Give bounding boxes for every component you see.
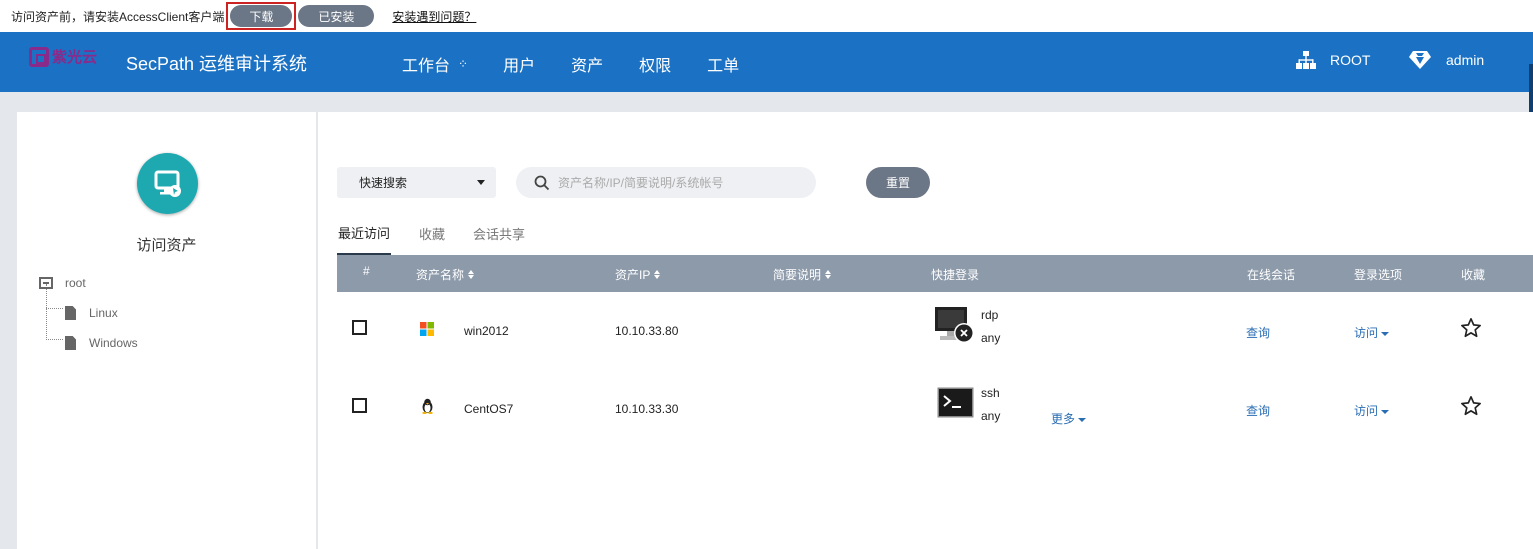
download-button-highlight: 下载 (226, 2, 297, 30)
col-name-label: 资产名称 (416, 268, 465, 282)
col-ip-label: 资产IP (615, 268, 651, 282)
protocol-label: ssh (981, 386, 1000, 400)
account-label: any (981, 331, 1001, 345)
caret-down-icon (1381, 409, 1390, 414)
star-icon[interactable] (1460, 317, 1482, 342)
col-index: # (363, 264, 370, 278)
access-label: 访问 (1354, 404, 1379, 418)
login-options-access-dropdown[interactable]: 访问 (1354, 324, 1390, 341)
col-name[interactable]: 资产名称 (416, 266, 475, 283)
col-login-options: 登录选项 (1354, 268, 1403, 282)
asset-tabs: 最近访问 收藏 会话共享 (337, 212, 553, 255)
ssh-terminal-icon[interactable] (937, 387, 974, 421)
tab-session-share[interactable]: 会话共享 (473, 212, 525, 255)
org-tree-icon (1296, 51, 1316, 69)
chevron-down-icon (477, 180, 485, 185)
col-desc[interactable]: 简要说明 (773, 266, 832, 283)
search-icon (534, 175, 550, 190)
app-title: SecPath 运维审计系统 (126, 54, 308, 74)
rdp-remote-desktop-icon[interactable] (934, 306, 978, 347)
reset-button[interactable]: 重置 (866, 167, 930, 198)
org-name: ROOT (1330, 52, 1371, 68)
asset-name: CentOS7 (464, 402, 514, 416)
row-checkbox[interactable] (352, 398, 367, 413)
online-session-query-link[interactable]: 查询 (1246, 324, 1270, 341)
asset-tree: root Linux Windows (39, 268, 138, 358)
account-label: any (981, 409, 1001, 423)
installed-button[interactable]: 已安装 (298, 5, 375, 27)
col-favorite: 收藏 (1461, 268, 1486, 282)
folder-collapse-icon[interactable] (39, 277, 53, 289)
asset-table: # 资产名称 资产IP 简要说明 快捷登录 在线会话 登录选项 收藏 win20… (337, 255, 1533, 448)
more-quick-login-dropdown[interactable]: 更多 (1051, 410, 1087, 427)
workbench-dots-icon: ⁘ (458, 57, 468, 71)
quick-login-info: rdp any (981, 304, 1000, 350)
asset-ip: 10.10.33.80 (615, 324, 679, 338)
install-notice-bar: 访问资产前，请安装AccessClient客户端 下载 已安装 安装遇到问题？ (0, 0, 1533, 32)
tree-node-linux[interactable]: Linux (39, 298, 138, 328)
file-icon (65, 336, 76, 350)
asset-ip: 10.10.33.30 (615, 402, 679, 416)
col-ip[interactable]: 资产IP (615, 266, 661, 283)
logo[interactable]: 紫光云 (29, 46, 97, 67)
more-label: 更多 (1051, 412, 1076, 426)
sort-icon (825, 270, 832, 279)
search-box (516, 167, 816, 198)
tab-favorites[interactable]: 收藏 (419, 212, 445, 255)
table-header: # 资产名称 资产IP 简要说明 快捷登录 在线会话 登录选项 收藏 (337, 255, 1533, 292)
nav-assets[interactable]: 资产 (571, 52, 603, 76)
tab-recent[interactable]: 最近访问 (337, 212, 392, 255)
nav-users[interactable]: 用户 (503, 52, 535, 76)
protocol-label: rdp (981, 308, 999, 322)
asset-name: win2012 (464, 324, 509, 338)
search-input[interactable] (558, 175, 808, 190)
asset-sidebar: 访问资产 root Linux Windows (17, 112, 316, 549)
diamond-icon (1409, 51, 1431, 69)
tree-node-windows[interactable]: Windows (39, 328, 138, 358)
access-asset-icon (137, 153, 198, 214)
tree-node-root[interactable]: root (39, 268, 138, 298)
table-row: win2012 10.10.33.80 rdp any 查询 访问 (337, 292, 1533, 370)
nav-workbench[interactable]: 工作台 ⁘ (402, 52, 468, 76)
online-session-query-link[interactable]: 查询 (1246, 402, 1270, 419)
sort-icon (468, 270, 475, 279)
star-icon[interactable] (1460, 395, 1482, 420)
file-icon (65, 306, 76, 320)
sidebar-title: 访问资产 (136, 237, 197, 254)
quick-login-info: ssh any (981, 382, 1000, 428)
caret-down-icon (1078, 417, 1087, 422)
tree-node-label: Linux (89, 306, 118, 320)
sort-icon (654, 270, 661, 279)
download-button[interactable]: 下载 (230, 5, 293, 27)
col-desc-label: 简要说明 (773, 268, 822, 282)
install-notice-text: 访问资产前，请安装AccessClient客户端 (11, 9, 225, 24)
nav-tickets[interactable]: 工单 (707, 52, 739, 76)
tree-node-label: Windows (89, 336, 138, 350)
app-header: 紫光云 SecPath 运维审计系统 工作台 ⁘ 用户 资产 权限 工单 ROO… (0, 32, 1533, 124)
logo-icon (29, 46, 49, 67)
nav-workbench-label: 工作台 (402, 58, 451, 75)
logo-text: 紫光云 (52, 49, 98, 66)
nav-permissions[interactable]: 权限 (639, 52, 671, 76)
search-type-value: 快速搜索 (359, 176, 408, 190)
user-menu[interactable]: admin (1408, 50, 1484, 70)
tree-node-label: root (65, 276, 86, 290)
org-switcher[interactable]: ROOT (1296, 50, 1370, 70)
col-online-session: 在线会话 (1247, 268, 1296, 282)
caret-down-icon (1381, 331, 1390, 336)
access-label: 访问 (1354, 326, 1379, 340)
login-options-access-dropdown[interactable]: 访问 (1354, 402, 1390, 419)
search-type-select[interactable]: 快速搜索 (337, 167, 496, 198)
table-row: CentOS7 10.10.33.30 ssh any 更多 查询 访问 (337, 370, 1533, 448)
main-nav: 工作台 ⁘ 用户 资产 权限 工单 (402, 52, 775, 76)
windows-icon (420, 322, 434, 339)
linux-penguin-icon (421, 398, 434, 417)
username: admin (1446, 52, 1485, 68)
main-panel: 快速搜索 重置 最近访问 收藏 会话共享 # 资产名称 资产IP 简要说明 (318, 112, 1533, 549)
install-help-link[interactable]: 安装遇到问题？ (392, 8, 476, 25)
row-checkbox[interactable] (352, 320, 367, 335)
col-quick-login: 快捷登录 (931, 268, 980, 282)
